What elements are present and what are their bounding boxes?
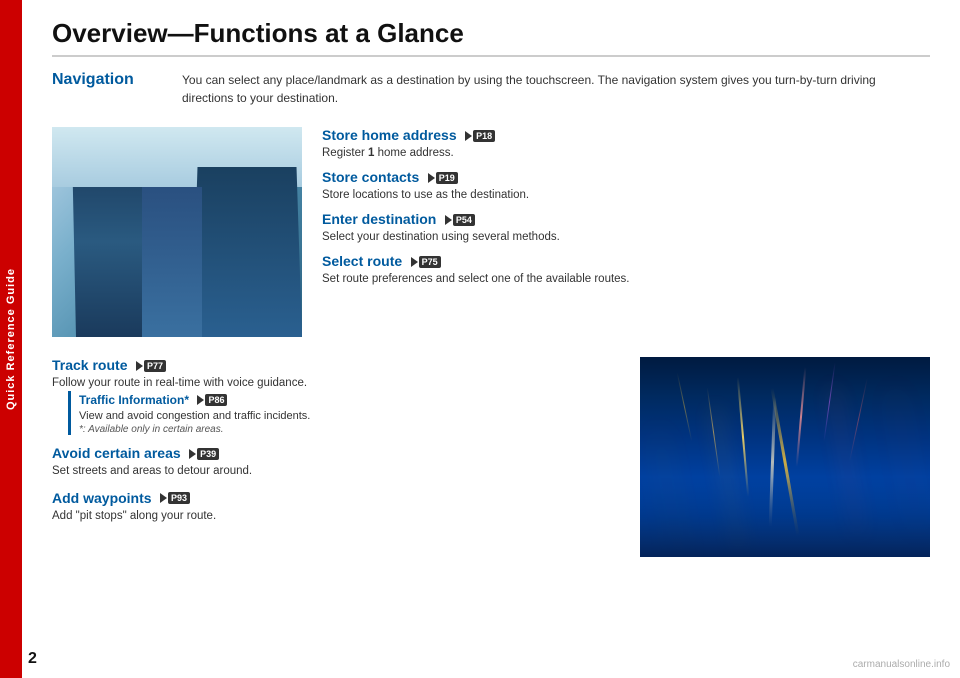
feature-track-route: Track route P77 Follow your route in rea… (52, 357, 620, 435)
feature-add-waypoints-desc: Add "pit stops" along your route. (52, 508, 620, 524)
feature-store-contacts: Store contacts P19 Store locations to us… (322, 169, 930, 203)
badge-arrow-icon (189, 449, 196, 459)
feature-avoid-areas: Avoid certain areas P39 Set streets and … (52, 445, 620, 479)
road-image (640, 357, 930, 557)
feature-store-home: Store home address P18 Register 1 home a… (322, 127, 930, 161)
feature-add-waypoints-badge: P93 (160, 492, 190, 504)
sub-feature-traffic: Traffic Information* P86 View and avoid … (68, 391, 620, 435)
feature-avoid-areas-desc: Set streets and areas to detour around. (52, 463, 620, 479)
feature-avoid-areas-title: Avoid certain areas (52, 445, 181, 461)
navigation-section: Navigation You can select any place/land… (52, 71, 930, 107)
page-number: 2 (28, 650, 37, 668)
badge-arrow-icon (445, 215, 452, 225)
feature-select-route-title: Select route (322, 253, 402, 269)
badge-arrow-icon (411, 257, 418, 267)
feature-store-home-desc: Register 1 home address. (322, 145, 930, 161)
badge-arrow-icon (160, 493, 167, 503)
feature-track-route-desc: Follow your route in real-time with voic… (52, 375, 620, 391)
nav-label-col: Navigation (52, 71, 182, 107)
sub-feature-traffic-badge: P86 (197, 394, 227, 406)
feature-select-route-desc: Set route preferences and select one of … (322, 271, 930, 287)
feature-add-waypoints: Add waypoints P93 Add "pit stops" along … (52, 490, 620, 524)
badge-box: P93 (168, 492, 190, 504)
feature-track-route-badge: P77 (136, 360, 166, 372)
badge-box: P77 (144, 360, 166, 372)
badge-box: P39 (197, 448, 219, 460)
sub-feature-traffic-desc: View and avoid congestion and traffic in… (79, 409, 620, 424)
building-image (52, 127, 302, 337)
sidebar-label: Quick Reference Guide (5, 268, 17, 410)
feature-enter-dest-desc: Select your destination using several me… (322, 229, 930, 245)
badge-arrow-icon (465, 131, 472, 141)
feature-store-contacts-badge: P19 (428, 172, 458, 184)
sub-feature-traffic-title: Traffic Information* (79, 393, 189, 407)
badge-arrow-icon (197, 395, 204, 405)
feature-select-route-badge: P75 (411, 256, 441, 268)
badge-box: P75 (419, 256, 441, 268)
feature-add-waypoints-title: Add waypoints (52, 490, 152, 506)
bottom-section: Track route P77 Follow your route in rea… (52, 357, 930, 557)
sidebar-tab: Quick Reference Guide (0, 0, 22, 678)
badge-box: P54 (453, 214, 475, 226)
page-title: Overview—Functions at a Glance (52, 18, 930, 57)
feature-avoid-areas-badge: P39 (189, 448, 219, 460)
navigation-heading: Navigation (52, 71, 134, 88)
features-top-list: Store home address P18 Register 1 home a… (322, 127, 930, 337)
feature-store-contacts-desc: Store locations to use as the destinatio… (322, 187, 930, 203)
main-content: Overview—Functions at a Glance Navigatio… (22, 0, 960, 678)
feature-track-route-title: Track route (52, 357, 127, 373)
navigation-description: You can select any place/landmark as a d… (182, 71, 930, 107)
watermark: carmanualsonline.info (853, 659, 950, 670)
feature-select-route: Select route P75 Set route preferences a… (322, 253, 930, 287)
feature-store-contacts-title: Store contacts (322, 169, 419, 185)
badge-box: P18 (473, 130, 495, 142)
features-bottom-list: Track route P77 Follow your route in rea… (52, 357, 620, 557)
badge-arrow-icon (136, 361, 143, 371)
badge-box: P19 (436, 172, 458, 184)
feature-store-home-title: Store home address (322, 127, 457, 143)
middle-section: Store home address P18 Register 1 home a… (52, 127, 930, 337)
badge-box: P86 (205, 394, 227, 406)
feature-enter-dest-title: Enter destination (322, 211, 436, 227)
badge-arrow-icon (428, 173, 435, 183)
feature-enter-dest-badge: P54 (445, 214, 475, 226)
feature-store-home-badge: P18 (465, 130, 495, 142)
feature-enter-destination: Enter destination P54 Select your destin… (322, 211, 930, 245)
sub-feature-traffic-note: *: Available only in certain areas. (79, 424, 620, 435)
